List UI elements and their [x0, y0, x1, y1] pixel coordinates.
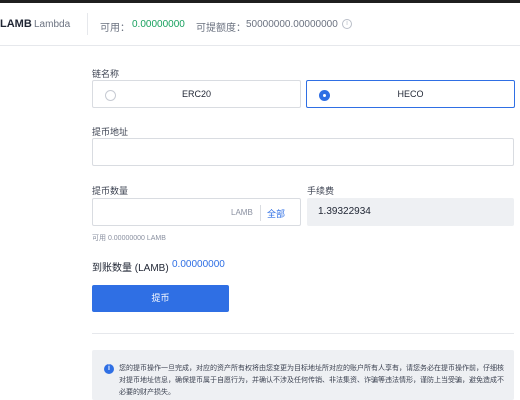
withdraw-amount-input[interactable]: LAMB 全部	[92, 198, 301, 226]
all-amount-button[interactable]: 全部	[267, 207, 285, 220]
fee-label: 手续费	[307, 186, 335, 196]
risk-notice: i 您的提币操作一旦完成，对应的资产所有权将由您变更为目标地址所对应的账户所有人…	[92, 350, 514, 400]
asset-header: LAMB Lambda 可用： 0.00000000 可提额度： 5000000…	[0, 0, 520, 46]
chain-label: 链名称	[92, 69, 120, 79]
chain-option-erc20[interactable]: ERC20	[92, 80, 301, 108]
notice-text: 您的提币操作一旦完成，对应的资产所有权将由您变更为目标地址所对应的账户所有人享有…	[119, 365, 504, 396]
available-hint: 可用 0.00000000 LAMB	[92, 235, 166, 242]
withdraw-submit-button[interactable]: 提币	[92, 285, 229, 312]
chain-option-label: ERC20	[181, 89, 211, 99]
asset-symbol: LAMB	[0, 18, 32, 30]
chain-option-label: HECO	[397, 89, 424, 99]
address-label: 提币地址	[92, 127, 129, 137]
chain-option-heco[interactable]: HECO	[306, 80, 515, 108]
available-label: 可用：	[100, 23, 130, 34]
info-circle-icon[interactable]: i	[342, 19, 352, 29]
amount-unit: LAMB	[231, 208, 253, 217]
withdraw-limit-value: 50000000.00000000	[246, 19, 338, 30]
asset-name: Lambda	[34, 19, 71, 30]
header-divider	[87, 13, 88, 35]
fee-value: 1.39322934	[318, 206, 371, 217]
available-value: 0.00000000	[132, 19, 185, 30]
withdraw-limit-label: 可提额度：	[196, 23, 246, 34]
info-icon: i	[104, 364, 114, 374]
receive-amount-label: 到账数量 (LAMB)	[92, 263, 169, 274]
section-divider	[92, 333, 514, 334]
top-edge-divider	[0, 0, 520, 3]
receive-amount-value: 0.00000000	[172, 259, 225, 270]
amount-label: 提币数量	[92, 186, 129, 196]
withdraw-address-input[interactable]	[92, 138, 514, 166]
amount-divider	[260, 205, 261, 221]
fee-field: 1.39322934	[307, 198, 514, 226]
